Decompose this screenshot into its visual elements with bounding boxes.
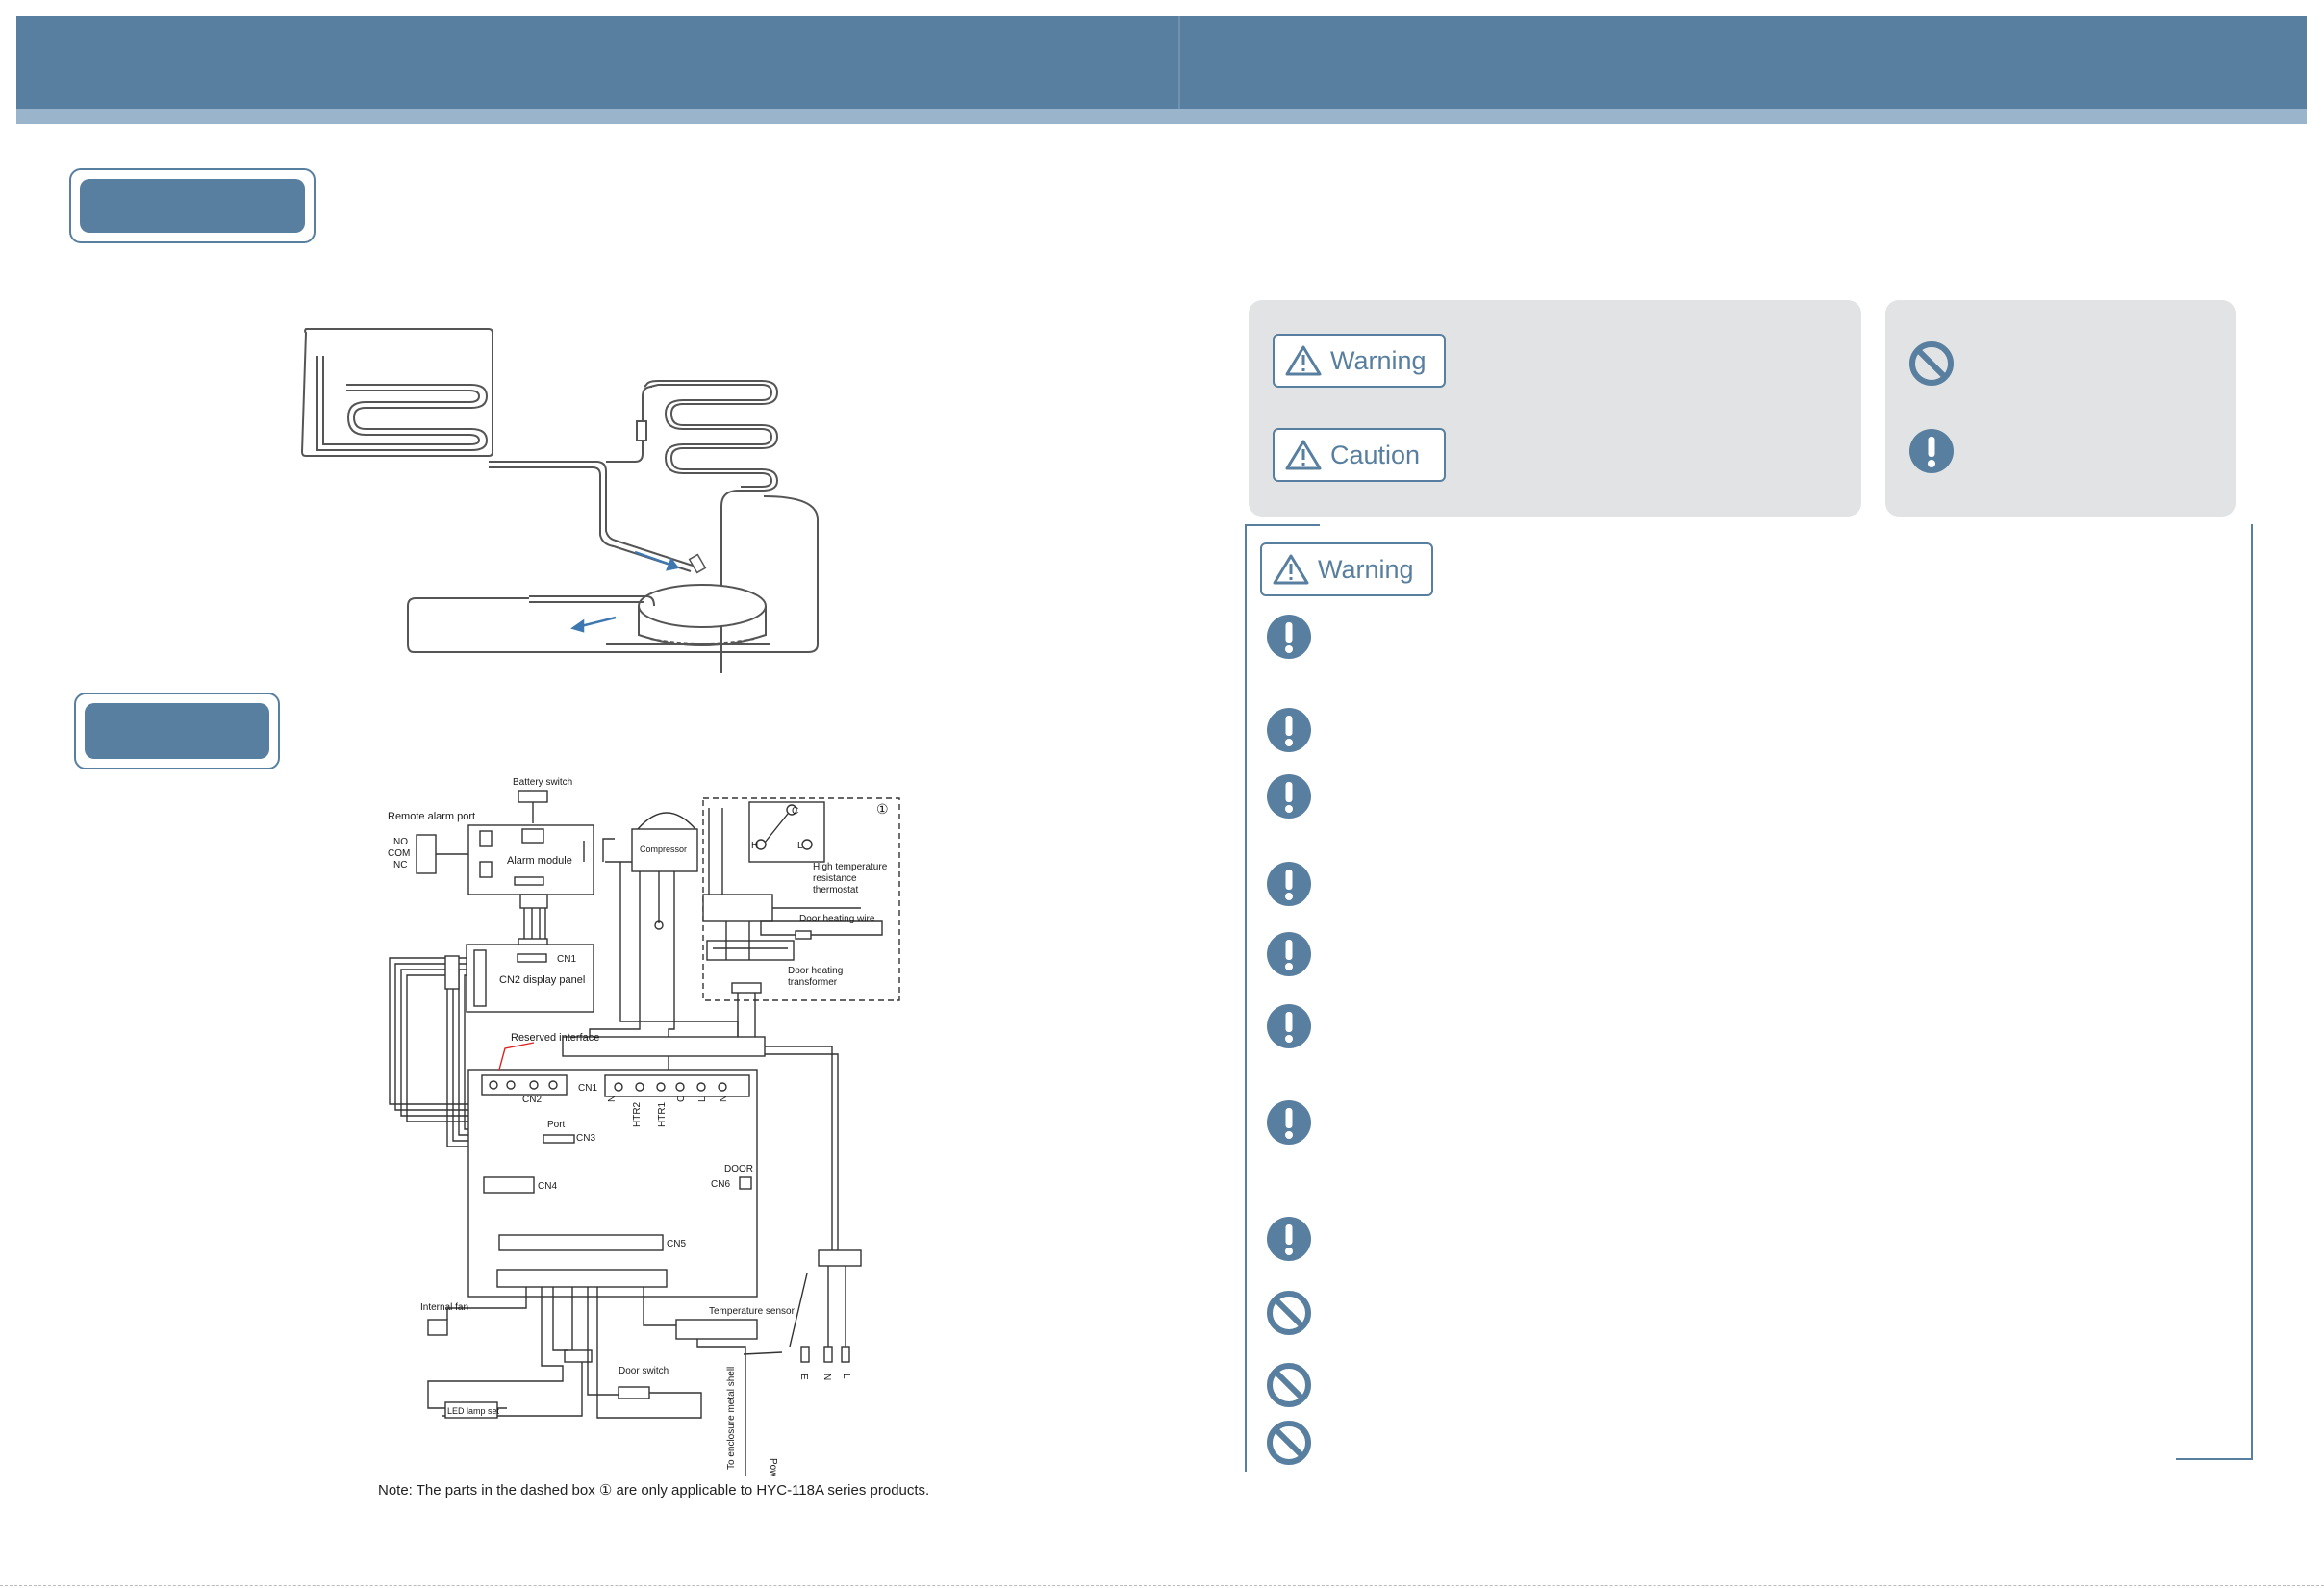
- label-thermostat-line2: resistance: [813, 873, 857, 884]
- prohibition-icon: [1267, 1421, 1311, 1465]
- terminal-label: N: [719, 1096, 729, 1102]
- warning-section-title: Warning: [1318, 554, 1414, 584]
- label-door-heating-line2: transformer: [788, 977, 838, 988]
- prohibition-icon: [1267, 1291, 1311, 1335]
- caution-triangle-icon: [1285, 440, 1322, 470]
- legend-warning-tag: Warning: [1273, 334, 1446, 388]
- label-com: COM: [388, 848, 410, 859]
- label-power-e: E: [798, 1374, 809, 1380]
- exclamation-icon: [1267, 615, 1311, 659]
- label-h: H: [751, 841, 758, 851]
- label-l: L: [797, 841, 803, 851]
- label-battery-switch: Battery switch: [513, 777, 572, 788]
- label-power-wire: Power wire: [768, 1458, 778, 1476]
- warning-triangle-icon: [1285, 345, 1322, 376]
- label-internal-fan: Internal fan: [420, 1302, 468, 1313]
- label-cn2: CN2: [522, 1095, 542, 1105]
- exclamation-icon: [1267, 1100, 1311, 1145]
- label-door-heating-wire: Door heating wire: [799, 914, 875, 924]
- label-temperature-sensor: Temperature sensor: [709, 1306, 796, 1317]
- label-door-switch: Door switch: [619, 1366, 669, 1376]
- terminal-label: L: [697, 1096, 708, 1102]
- terminal-label: C: [676, 1096, 687, 1102]
- wiring-diagram: Battery switch Remote alarm port NO COM …: [388, 777, 900, 1476]
- label-display-cn1: CN1: [557, 954, 576, 965]
- warning-frame-top: [1245, 524, 1320, 526]
- label-circled-one: ①: [876, 801, 889, 817]
- warning-triangle-icon: [1273, 554, 1309, 585]
- legend-panel-labels: [1249, 300, 1861, 517]
- header-bar: [16, 16, 2307, 109]
- prohibition-icon: [1267, 1363, 1311, 1407]
- label-enclosure: To enclosure metal shell: [726, 1367, 737, 1470]
- header-divider: [1178, 16, 1180, 109]
- legend-caution-tag: Caution: [1273, 428, 1446, 482]
- page-bottom-rule: [0, 1585, 2324, 1586]
- warning-section-tag: Warning: [1260, 542, 1433, 596]
- header-strip: [16, 109, 2307, 124]
- label-nc: NC: [393, 860, 407, 870]
- section-tab-wiring: [74, 693, 280, 769]
- label-alarm-module: Alarm module: [507, 855, 572, 867]
- label-compressor: Compressor: [640, 844, 687, 854]
- terminal-label: N: [607, 1096, 618, 1102]
- exclamation-icon: [1267, 708, 1311, 752]
- label-thermostat-line1: High temperature: [813, 862, 888, 872]
- label-door-heating-line1: Door heating: [788, 966, 843, 976]
- exclamation-icon: [1267, 1217, 1311, 1261]
- section-tab-refrigeration: [69, 168, 316, 243]
- warning-frame-left: [1245, 524, 1247, 1472]
- legend-caution-label: Caution: [1330, 440, 1421, 469]
- label-power-n: N: [821, 1374, 832, 1380]
- prohibition-icon: [1909, 341, 1954, 386]
- label-c: C: [792, 806, 798, 817]
- refrigeration-diagram: [300, 328, 819, 673]
- terminal-label: HTR1: [657, 1101, 668, 1127]
- exclamation-icon: [1267, 774, 1311, 819]
- label-thermostat-line3: thermostat: [813, 885, 858, 895]
- label-remote-alarm-port: Remote alarm port: [388, 811, 475, 822]
- label-port: Port: [547, 1120, 566, 1130]
- exclamation-icon: [1267, 932, 1311, 976]
- exclamation-icon: [1267, 862, 1311, 906]
- warning-frame-right: [2251, 524, 2253, 1460]
- label-no: NO: [393, 837, 408, 847]
- exclamation-icon: [1909, 429, 1954, 473]
- label-power-l: L: [841, 1374, 851, 1379]
- label-cn1: CN1: [578, 1083, 597, 1094]
- label-door: DOOR: [724, 1164, 753, 1174]
- legend-warning-label: Warning: [1330, 345, 1427, 375]
- legend-panel-symbols: [1885, 300, 2236, 517]
- diagram-note: Note: The parts in the dashed box ① are …: [378, 1482, 930, 1499]
- warning-frame-bottom: [2176, 1458, 2253, 1460]
- label-led-lamp-set: LED lamp set: [447, 1406, 500, 1416]
- terminal-label: HTR2: [632, 1101, 643, 1127]
- label-cn5: CN5: [667, 1239, 686, 1249]
- label-reserved-interface: Reserved interface: [511, 1032, 599, 1044]
- exclamation-icon: [1267, 1004, 1311, 1048]
- label-cn4: CN4: [538, 1181, 557, 1192]
- label-cn3: CN3: [576, 1133, 595, 1144]
- label-cn6: CN6: [711, 1179, 730, 1190]
- label-display-panel: CN2 display panel: [499, 974, 585, 986]
